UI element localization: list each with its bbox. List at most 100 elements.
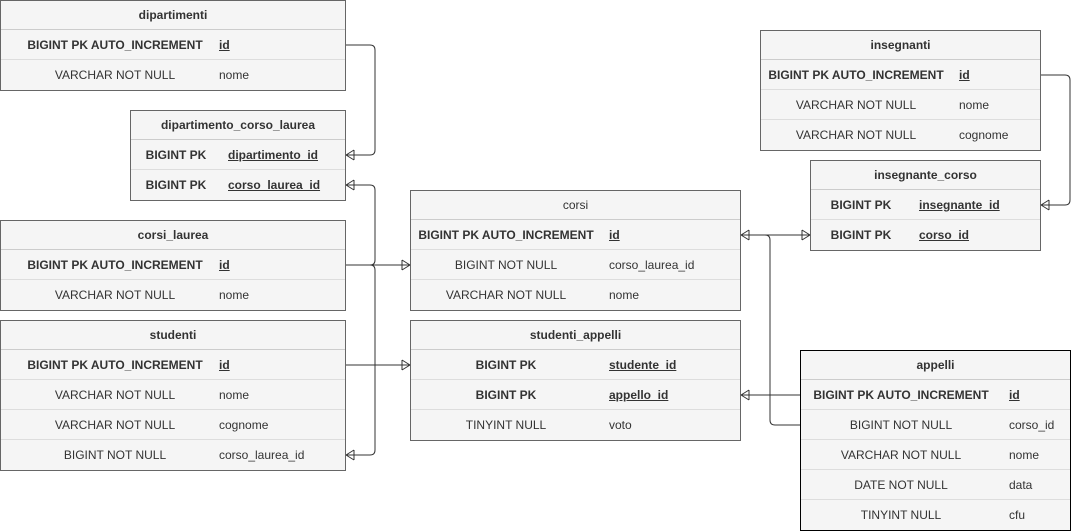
column-name: voto xyxy=(609,418,632,432)
table-row[interactable]: VARCHAR NOT NULL nome xyxy=(801,440,1070,470)
table-title: appelli xyxy=(801,351,1070,380)
table-row[interactable]: VARCHAR NOT NULL cognome xyxy=(761,120,1040,150)
column-name: corso_laurea_id xyxy=(228,178,321,192)
table-row[interactable]: BIGINT NOT NULL corso_laurea_id xyxy=(1,440,345,470)
table-row[interactable]: BIGINT PK insegnante_id xyxy=(811,190,1040,220)
table-row[interactable]: BIGINT PK studente_id xyxy=(411,350,740,380)
table-row[interactable]: BIGINT NOT NULL corso_laurea_id xyxy=(411,250,740,280)
table-row[interactable]: VARCHAR NOT NULL nome xyxy=(761,90,1040,120)
table-row[interactable]: BIGINT PK AUTO_INCREMENT id xyxy=(1,30,345,60)
table-row[interactable]: BIGINT PK corso_laurea_id xyxy=(131,170,345,200)
column-type: DATE NOT NULL xyxy=(854,478,948,492)
column-type: BIGINT PK AUTO_INCREMENT xyxy=(768,68,944,82)
table-row[interactable]: DATE NOT NULL data xyxy=(801,470,1070,500)
table-row[interactable]: BIGINT PK AUTO_INCREMENT id xyxy=(1,250,345,280)
crows-foot-marker xyxy=(401,259,411,271)
table-row[interactable]: BIGINT PK dipartimento_id xyxy=(131,140,345,170)
column-type: BIGINT PK xyxy=(145,178,207,192)
table-title: dipartimento_corso_laurea xyxy=(131,111,345,140)
relationship-line xyxy=(346,264,376,456)
column-type: VARCHAR NOT NULL xyxy=(54,68,176,82)
column-type: VARCHAR NOT NULL xyxy=(840,448,962,462)
table-row[interactable]: VARCHAR NOT NULL nome xyxy=(411,280,740,310)
crows-foot-marker xyxy=(345,449,355,461)
table-title: insegnante_corso xyxy=(811,161,1040,190)
table-insegnante-corso[interactable]: insegnante_corso BIGINT PK insegnante_id… xyxy=(810,160,1041,251)
table-corsi[interactable]: corsi BIGINT PK AUTO_INCREMENT id BIGINT… xyxy=(410,190,741,311)
table-row[interactable]: BIGINT PK appello_id xyxy=(411,380,740,410)
column-name: id xyxy=(609,228,620,242)
table-row[interactable]: VARCHAR NOT NULL nome xyxy=(1,380,345,410)
column-name: id xyxy=(219,38,230,52)
column-name: corso_id xyxy=(919,228,970,242)
table-insegnanti[interactable]: insegnanti BIGINT PK AUTO_INCREMENT id V… xyxy=(760,30,1041,151)
table-row[interactable]: VARCHAR NOT NULL nome xyxy=(1,280,345,310)
column-type: BIGINT PK xyxy=(475,358,537,372)
crows-foot-marker xyxy=(801,229,811,241)
relationship-line xyxy=(741,234,800,426)
table-row[interactable]: TINYINT NULL voto xyxy=(411,410,740,440)
table-row[interactable]: BIGINT PK AUTO_INCREMENT id xyxy=(761,60,1040,90)
table-row[interactable]: BIGINT PK AUTO_INCREMENT id xyxy=(411,220,740,250)
er-diagram: dipartimenti BIGINT PK AUTO_INCREMENT id… xyxy=(0,0,1079,531)
crows-foot-marker xyxy=(740,389,750,401)
column-type: BIGINT PK AUTO_INCREMENT xyxy=(813,388,989,402)
column-type: BIGINT PK AUTO_INCREMENT xyxy=(27,258,203,272)
table-row[interactable]: BIGINT PK AUTO_INCREMENT id xyxy=(801,380,1070,410)
crows-foot-marker xyxy=(740,229,750,241)
crows-foot-marker xyxy=(345,179,355,191)
column-name: studente_id xyxy=(609,358,677,372)
table-row[interactable]: BIGINT PK corso_id xyxy=(811,220,1040,250)
table-row[interactable]: VARCHAR NOT NULL cognome xyxy=(1,410,345,440)
column-type: VARCHAR NOT NULL xyxy=(54,418,176,432)
column-name: nome xyxy=(219,288,250,302)
column-name: id xyxy=(959,68,970,82)
relationship-line xyxy=(346,184,376,266)
table-row[interactable]: TINYINT NULL cfu xyxy=(801,500,1070,530)
column-name: nome xyxy=(1009,448,1040,462)
column-type: BIGINT NOT NULL xyxy=(454,258,558,272)
column-type: VARCHAR NOT NULL xyxy=(54,288,176,302)
column-name: nome xyxy=(959,98,990,112)
column-name: data xyxy=(1009,478,1033,492)
crows-foot-marker xyxy=(345,149,355,161)
column-name: cognome xyxy=(219,418,269,432)
table-appelli[interactable]: appelli BIGINT PK AUTO_INCREMENT id BIGI… xyxy=(800,350,1071,531)
relationship-line xyxy=(346,44,376,156)
column-name: corso_laurea_id xyxy=(609,258,695,272)
table-title: insegnanti xyxy=(761,31,1040,60)
table-row[interactable]: VARCHAR NOT NULL nome xyxy=(1,60,345,90)
column-type: BIGINT PK AUTO_INCREMENT xyxy=(418,228,594,242)
crows-foot-marker xyxy=(401,359,411,371)
table-corsi-laurea[interactable]: corsi_laurea BIGINT PK AUTO_INCREMENT id… xyxy=(0,220,346,311)
relationship-line xyxy=(1041,74,1071,206)
column-name: id xyxy=(1009,388,1020,402)
table-dipartimenti[interactable]: dipartimenti BIGINT PK AUTO_INCREMENT id… xyxy=(0,0,346,91)
table-studenti[interactable]: studenti BIGINT PK AUTO_INCREMENT id VAR… xyxy=(0,320,346,471)
table-studenti-appelli[interactable]: studenti_appelli BIGINT PK studente_id B… xyxy=(410,320,741,441)
table-title: corsi_laurea xyxy=(1,221,345,250)
column-type: BIGINT PK xyxy=(830,198,892,212)
table-title: studenti_appelli xyxy=(411,321,740,350)
column-name: corso_id xyxy=(1009,418,1055,432)
column-type: BIGINT NOT NULL xyxy=(63,448,167,462)
column-type: BIGINT PK xyxy=(830,228,892,242)
column-type: VARCHAR NOT NULL xyxy=(795,98,917,112)
column-name: insegnante_id xyxy=(919,198,1000,212)
column-name: id xyxy=(219,258,230,272)
table-title: corsi xyxy=(411,191,740,220)
column-type: BIGINT PK xyxy=(145,148,207,162)
table-dipartimento-corso-laurea[interactable]: dipartimento_corso_laurea BIGINT PK dipa… xyxy=(130,110,346,201)
table-title: studenti xyxy=(1,321,345,350)
column-name: cfu xyxy=(1009,508,1026,522)
column-type: BIGINT NOT NULL xyxy=(849,418,953,432)
column-type: BIGINT PK xyxy=(475,388,537,402)
column-name: nome xyxy=(219,68,250,82)
column-type: BIGINT PK AUTO_INCREMENT xyxy=(27,38,203,52)
column-type: TINYINT NULL xyxy=(860,508,942,522)
table-row[interactable]: BIGINT PK AUTO_INCREMENT id xyxy=(1,350,345,380)
column-type: VARCHAR NOT NULL xyxy=(54,388,176,402)
column-name: corso_laurea_id xyxy=(219,448,305,462)
column-type: VARCHAR NOT NULL xyxy=(445,288,567,302)
table-row[interactable]: BIGINT NOT NULL corso_id xyxy=(801,410,1070,440)
